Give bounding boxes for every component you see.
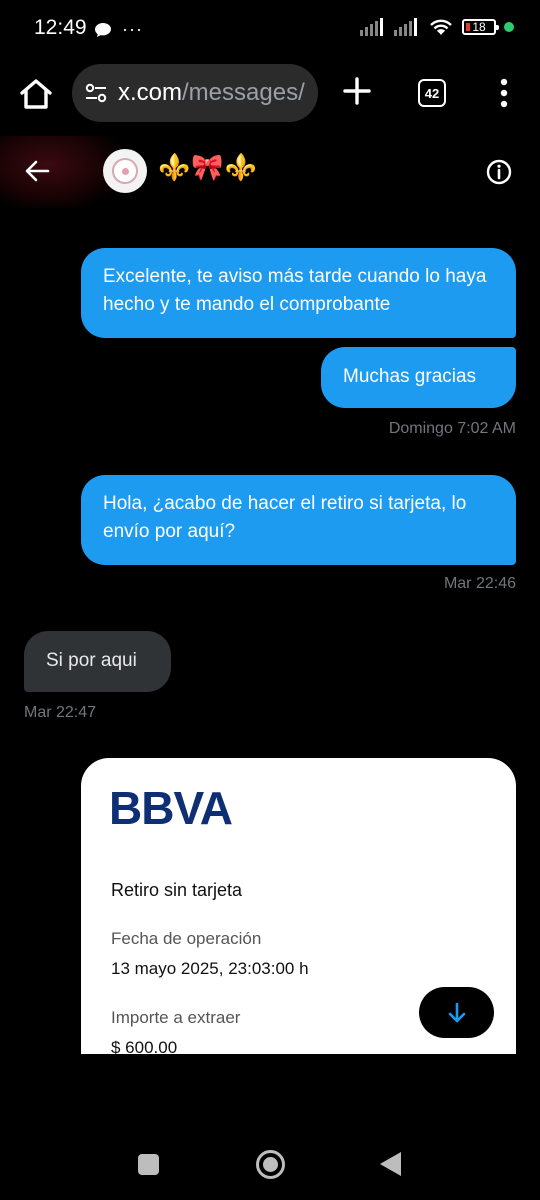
contact-name[interactable]: ⚜️🎀⚜️ bbox=[158, 152, 258, 183]
home-icon[interactable] bbox=[18, 76, 54, 112]
browser-toolbar: x.com/messages/ 42 bbox=[0, 60, 540, 128]
svg-text:BBVA: BBVA bbox=[109, 786, 232, 830]
more-vert-icon[interactable] bbox=[494, 76, 514, 110]
message-bubble-received[interactable]: Si por aqui bbox=[24, 631, 171, 692]
avatar[interactable] bbox=[103, 149, 147, 193]
chat-header: ⚜️🎀⚜️ bbox=[0, 130, 540, 214]
more-notifications: ··· bbox=[122, 19, 143, 39]
home-button[interactable] bbox=[256, 1150, 285, 1179]
chat-notification-icon bbox=[95, 22, 111, 37]
message-timestamp: Domingo 7:02 AM bbox=[388, 420, 516, 437]
site-settings-icon[interactable] bbox=[84, 82, 108, 104]
receipt-amount-label: Importe a extraer bbox=[111, 1008, 241, 1027]
url-domain: x.com bbox=[118, 79, 183, 106]
recents-button[interactable] bbox=[138, 1154, 159, 1175]
receipt-amount-value: $ 600.00 bbox=[111, 1038, 178, 1054]
signal-icon bbox=[360, 18, 383, 36]
status-time: 12:49 bbox=[34, 16, 87, 39]
back-arrow-icon[interactable] bbox=[24, 158, 50, 184]
header-background bbox=[0, 136, 120, 208]
plus-icon[interactable] bbox=[340, 74, 374, 108]
message-timestamp: Mar 22:46 bbox=[443, 575, 516, 592]
system-navigation-bar bbox=[0, 1136, 540, 1200]
message-bubble-sent[interactable]: Muchas gracias bbox=[321, 347, 516, 408]
signal-icon bbox=[394, 18, 417, 36]
receipt-date-value: 13 mayo 2025, 23:03:00 h bbox=[111, 959, 309, 978]
message-timestamp: Mar 22:47 bbox=[24, 704, 97, 721]
wifi-icon bbox=[430, 19, 452, 35]
message-bubble-sent[interactable]: Excelente, te aviso más tarde cuando lo … bbox=[81, 248, 516, 338]
battery-icon: 18 bbox=[462, 19, 499, 35]
info-icon[interactable] bbox=[486, 159, 512, 185]
url-path: /messages/ bbox=[182, 79, 305, 106]
address-bar[interactable]: x.com/messages/ bbox=[72, 64, 318, 122]
message-bubble-sent[interactable]: Hola, ¿acabo de hacer el retiro si tarje… bbox=[81, 475, 516, 565]
scroll-to-bottom-button[interactable] bbox=[419, 987, 494, 1038]
bbva-logo: BBVA bbox=[109, 786, 233, 830]
privacy-indicator bbox=[504, 22, 514, 32]
receipt-date-label: Fecha de operación bbox=[111, 929, 262, 948]
back-button[interactable] bbox=[380, 1152, 401, 1176]
tab-switcher-button[interactable]: 42 bbox=[418, 79, 446, 107]
arrow-down-icon bbox=[448, 1002, 465, 1022]
receipt-title: Retiro sin tarjeta bbox=[111, 880, 243, 900]
status-bar: 12:49 ··· 18 bbox=[0, 0, 540, 60]
